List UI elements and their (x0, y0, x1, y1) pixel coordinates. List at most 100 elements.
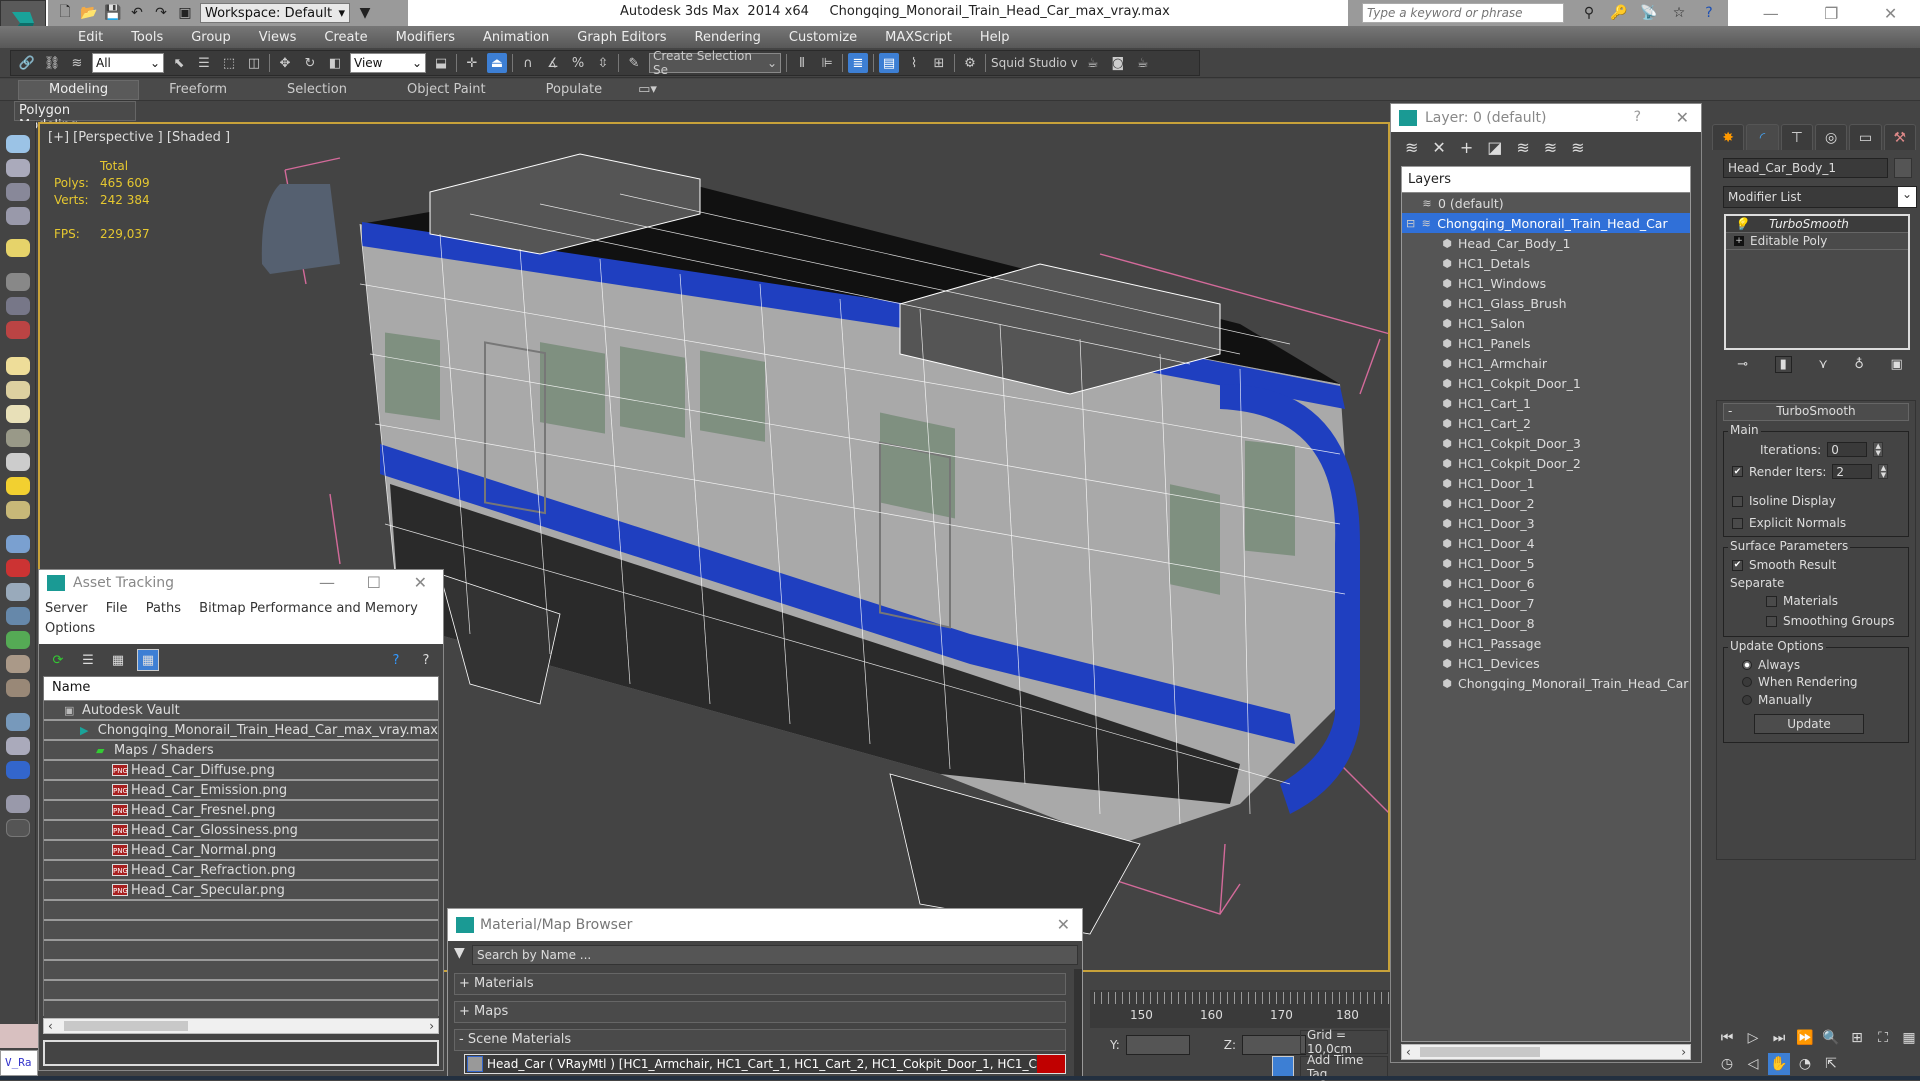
snaps-toggle-icon[interactable]: ∩ (518, 53, 538, 73)
edit-named-selection-icon[interactable]: ✎ (624, 53, 644, 73)
move-icon[interactable]: ✥ (275, 53, 295, 73)
rollout-header[interactable]: - TurboSmooth (1723, 403, 1909, 421)
layer-object-row[interactable]: ⬢ HC1_Cart_1 (1402, 393, 1690, 413)
mirror-icon[interactable]: ⫴ (792, 53, 812, 73)
mesh-light-icon[interactable] (6, 453, 30, 471)
maps-section[interactable]: + Maps (454, 1001, 1066, 1023)
freeze-unfreeze-icon[interactable]: ≋ (1571, 138, 1584, 157)
hierarchy-tab-icon[interactable]: ⊤ (1780, 124, 1813, 150)
link-icon[interactable]: 🔗 (17, 53, 37, 73)
scrollbar-thumb[interactable] (64, 1021, 188, 1031)
light-icon[interactable] (6, 239, 30, 257)
selection-filter-dropdown[interactable]: All ⌄ (92, 53, 164, 73)
render-region-icon[interactable] (6, 737, 30, 755)
layer-object-row[interactable]: ⬢ HC1_Passage (1402, 633, 1690, 653)
menu-graph-editors[interactable]: Graph Editors (563, 30, 680, 45)
menu-views[interactable]: Views (245, 30, 311, 45)
rotate-icon[interactable]: ↻ (300, 53, 320, 73)
menu-help[interactable]: Help (966, 30, 1024, 45)
satellite-icon[interactable]: 📡 (1640, 4, 1658, 22)
browser-options-icon[interactable]: ▼ (454, 945, 465, 961)
hair-icon[interactable] (6, 655, 30, 673)
layer-object-row[interactable]: ⬢ HC1_Door_6 (1402, 573, 1690, 593)
layer-manager-icon[interactable]: ≣ (848, 53, 868, 73)
close-icon[interactable]: ✕ (1057, 915, 1070, 934)
align-icon[interactable]: ⊫ (817, 53, 837, 73)
add-to-layer-icon[interactable]: + (1460, 138, 1473, 157)
modify-tab-icon[interactable]: ◜ (1746, 124, 1779, 150)
help-icon[interactable] (6, 819, 30, 837)
frame-buffer-icon[interactable] (6, 761, 30, 779)
scene-materials-section[interactable]: - Scene Materials (454, 1029, 1066, 1051)
shell-icon[interactable] (6, 679, 30, 697)
polygon-modeling-panel[interactable]: Polygon Modeling (14, 101, 136, 133)
asset-row[interactable]: ▶ Chongqing_Monorail_Train_Head_Car_max_v… (44, 721, 438, 741)
star-icon[interactable]: ☆ (1670, 4, 1688, 22)
update-button[interactable]: Update (1754, 714, 1864, 734)
asset-row[interactable]: PNG Head_Car_Glossiness.png (44, 821, 438, 841)
plant-icon[interactable] (6, 631, 30, 649)
asset-tracking-titlebar[interactable]: Asset Tracking — ☐ ✕ (39, 570, 443, 596)
options-icon[interactable] (6, 795, 30, 813)
stack-item-turbosmooth[interactable]: 💡 TurboSmooth (1726, 216, 1908, 233)
new-file-icon[interactable]: 🗋 (56, 4, 74, 22)
pin-stack-icon[interactable]: ⊸ (1737, 357, 1748, 372)
tab-freeform[interactable]: Freeform (139, 80, 257, 100)
layer-row[interactable]: ⊟ ≋ Chongqing_Monorail_Train_Head_Car (1402, 213, 1690, 233)
redo-icon[interactable]: ↷ (152, 4, 170, 22)
sphere-icon[interactable] (6, 607, 30, 625)
create-tab-icon[interactable]: ✸ (1712, 124, 1745, 150)
layer-object-row[interactable]: ⬢ HC1_Panels (1402, 333, 1690, 353)
asset-row[interactable]: PNG Head_Car_Emission.png (44, 781, 438, 801)
material-sphere-icon[interactable] (6, 713, 30, 731)
select-objects-icon[interactable]: ◪ (1487, 138, 1502, 157)
time-config-icon[interactable]: ◷ (1716, 1053, 1738, 1075)
column-header-name[interactable]: Name (44, 677, 438, 701)
scroll-left-icon[interactable]: ‹ (48, 1019, 53, 1033)
next-frame-icon[interactable]: ⏭ (1768, 1027, 1790, 1049)
render-frame-icon[interactable] (6, 159, 30, 177)
ies-light-icon[interactable] (6, 429, 30, 447)
pivot-center-icon[interactable]: ⬓ (431, 53, 451, 73)
remove-modifier-icon[interactable]: ♁ (1854, 357, 1864, 372)
layer-object-row[interactable]: ⬢ Head_Car_Body_1 (1402, 233, 1690, 253)
manually-radio[interactable] (1742, 695, 1752, 705)
asset-row[interactable]: ▣ Autodesk Vault (44, 701, 438, 721)
menu-modifiers[interactable]: Modifiers (382, 30, 469, 45)
helper-icon[interactable] (6, 297, 30, 315)
menu-file[interactable]: File (106, 601, 128, 616)
layer-row[interactable]: ≋ 0 (default) (1402, 193, 1690, 213)
render-iters-spinner[interactable]: ▲ ▼ (1878, 464, 1889, 479)
teapot-icon[interactable] (6, 135, 30, 153)
iterations-spinner[interactable]: ▲ ▼ (1873, 442, 1884, 457)
scene-explorer-icon[interactable]: ▤ (879, 53, 899, 73)
scale-icon[interactable]: ◧ (325, 53, 345, 73)
render-production-icon[interactable]: ☕ (1133, 53, 1153, 73)
menu-tools[interactable]: Tools (117, 30, 177, 45)
scroll-right-icon[interactable]: › (429, 1019, 434, 1033)
menu-paths[interactable]: Paths (146, 601, 181, 616)
menu-customize[interactable]: Customize (775, 30, 871, 45)
time-tag-icon[interactable] (1272, 1056, 1294, 1078)
asset-row[interactable]: PNG Head_Car_Normal.png (44, 841, 438, 861)
layer-object-row[interactable]: ⬢ HC1_Armchair (1402, 353, 1690, 373)
undo-icon[interactable]: ↶ (128, 4, 146, 22)
plugin-label[interactable]: Squid Studio v (991, 56, 1078, 70)
stack-item-editable-poly[interactable]: + Editable Poly (1726, 233, 1908, 250)
modifier-list-dropdown[interactable]: Modifier List ⌄ (1723, 186, 1917, 208)
help-icon[interactable]: ? (1634, 109, 1641, 125)
spinner-snap-icon[interactable]: ⇳ (593, 53, 613, 73)
iterations-input[interactable]: 0 (1827, 442, 1868, 457)
tab-modeling[interactable]: Modeling (18, 79, 140, 100)
maxscript-mini-listener[interactable]: V_Ra (0, 1050, 38, 1076)
create-layer-icon[interactable]: ≋ (1405, 138, 1418, 157)
field-of-view-icon[interactable]: ◁ (1742, 1053, 1764, 1075)
delete-layer-icon[interactable]: ✕ (1432, 138, 1445, 157)
orbit-icon[interactable]: ◔ (1794, 1053, 1816, 1075)
menu-server[interactable]: Server (45, 601, 88, 616)
make-unique-icon[interactable]: ⋎ (1818, 357, 1828, 372)
key-icon[interactable]: 🔑 (1610, 4, 1628, 22)
select-manipulate-icon[interactable]: ✛ (462, 53, 482, 73)
layer-object-row[interactable]: ⬢ HC1_Glass_Brush (1402, 293, 1690, 313)
restore-icon[interactable]: ❐ (1824, 4, 1838, 23)
